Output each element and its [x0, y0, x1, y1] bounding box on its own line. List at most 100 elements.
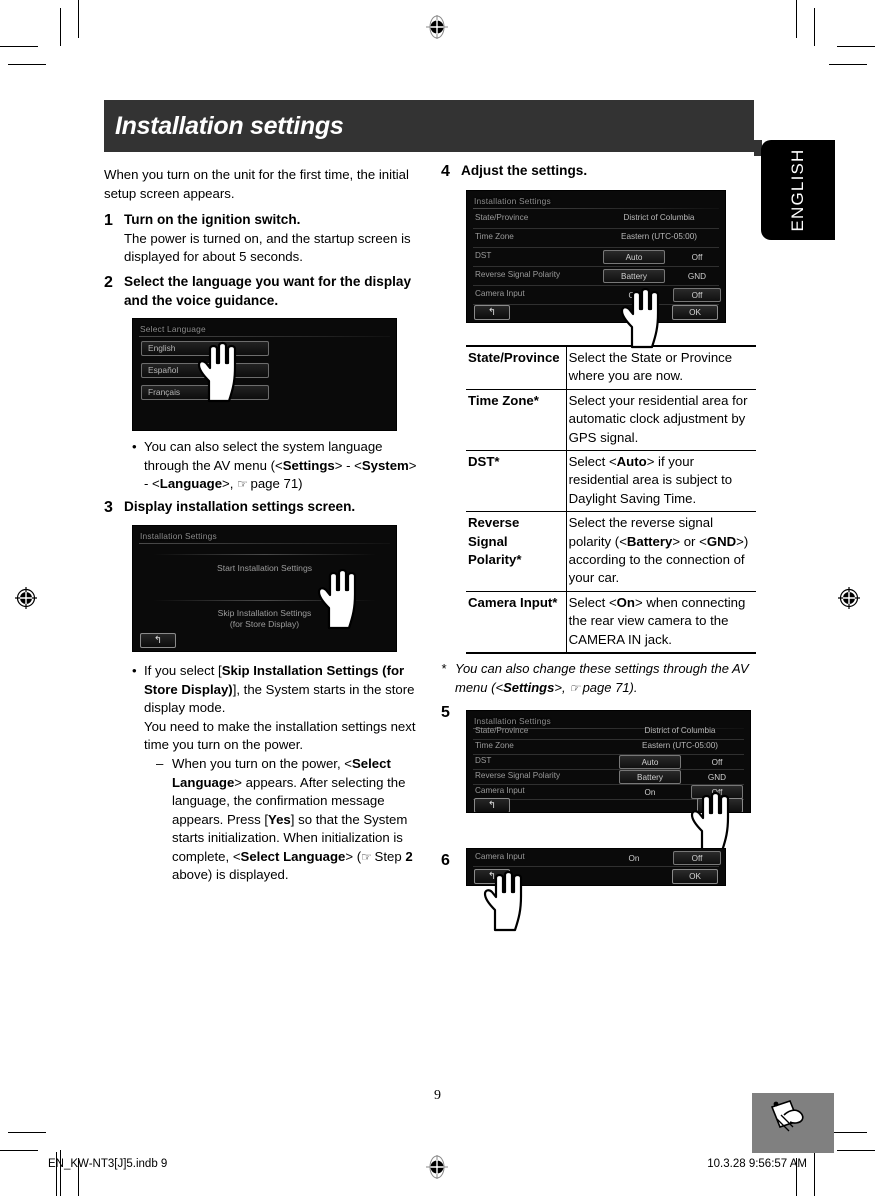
polarity-option-gnd-5[interactable]: GND [691, 770, 743, 784]
row-value-time-zone: Eastern (UTC-05:00) [621, 232, 697, 241]
settings-row-state-province[interactable]: State/Province District of Columbia [467, 210, 725, 229]
sub-sb2: Yes [268, 811, 291, 827]
language-tab: ENGLISH [761, 140, 835, 240]
dst-option-off-5[interactable]: Off [691, 755, 743, 769]
step-4: 4 Adjust the settings. [441, 162, 754, 181]
settings-row-dst-5[interactable]: DST Auto Off [467, 754, 750, 770]
intro-paragraph: When you turn on the unit for the first … [104, 167, 409, 201]
pointing-hand-icon [193, 341, 243, 403]
row-value-state-province-5: District of Columbia [644, 725, 716, 735]
camera-option-on-6[interactable]: On [603, 851, 665, 865]
bullet-list-language: You can also select the system language … [130, 438, 417, 494]
crop-mark-tr-h [837, 46, 875, 47]
fn-p2: >, [554, 679, 570, 695]
row-label-camera-input-6: Camera Input [475, 851, 525, 861]
settings-description-table: State/Province Select the State or Provi… [466, 344, 756, 655]
bullet-language-b1: Settings [282, 457, 335, 473]
dst-option-auto-5[interactable]: Auto [619, 754, 681, 769]
ok-button-step4[interactable]: OK [672, 305, 718, 320]
cam-vb1: On [616, 594, 635, 610]
step-6-number: 6 [441, 851, 450, 869]
shot-header-rule-2 [139, 542, 390, 544]
shot-header-select-language: Select Language [140, 324, 206, 335]
footer-bar: EN_KW-NT3[J]5.indb 9 10.3.28 9:56:57 AM [0, 1158, 875, 1180]
table-value-state-province: Select the State or Province where you a… [566, 344, 756, 390]
settings-row-reverse-polarity-5[interactable]: Reverse Signal Polarity Battery GND [467, 769, 750, 785]
select-language-screenshot: Select Language English Español Français [132, 318, 397, 432]
camera-option-on-5[interactable]: On [619, 785, 681, 799]
ok-button-step6[interactable]: OK [672, 868, 718, 884]
back-button-icon[interactable]: ↰ [140, 632, 176, 648]
dst-option-off[interactable]: Off [673, 250, 721, 264]
table-value-reverse-polarity: Select the reverse signal polarity (<Bat… [566, 511, 756, 592]
dst-v1: Select < [568, 454, 617, 470]
hand-document-icon [752, 1093, 834, 1153]
sub-sb4: 2 [405, 848, 413, 864]
registration-mark-left [13, 585, 39, 611]
row-label-dst: DST [475, 251, 492, 260]
crop-mark-tr-h2 [829, 64, 867, 65]
dst-option-auto[interactable]: Auto [603, 250, 665, 264]
step-2-heading: Select the language you want for the dis… [124, 273, 412, 308]
row-label-camera-input-5: Camera Input [475, 785, 525, 795]
sub-s1: When you turn on the power, < [172, 755, 352, 771]
polarity-option-gnd[interactable]: GND [673, 269, 721, 283]
back-button-icon-3[interactable]: ↰ [474, 797, 510, 812]
page-content: Installation settings When you turn on t… [104, 100, 756, 932]
settings-row-state-province-5[interactable]: State/Province District of Columbia [467, 725, 750, 740]
back-button-icon-2[interactable]: ↰ [474, 305, 510, 320]
shot-header-rule [139, 336, 390, 338]
registration-mark-top [424, 14, 450, 40]
step-3-heading: Display installation settings screen. [124, 498, 356, 514]
table-footnote: * You can also change these settings thr… [441, 660, 754, 697]
camera-option-off-6[interactable]: Off [673, 850, 721, 865]
cam-v1: Select < [568, 594, 617, 610]
fn-p3: page 71). [578, 679, 638, 695]
table-key-dst: DST* [466, 450, 567, 513]
crop-mark-tl-v2 [60, 8, 61, 46]
step-3-number: 3 [104, 498, 113, 516]
bullet-language-p4: >, [222, 476, 238, 492]
fn-b1: Settings [503, 679, 555, 695]
step-3: 3 Display installation settings screen. [104, 498, 417, 517]
crop-mark-tr-v2 [814, 8, 815, 46]
row-label-time-zone: Time Zone [475, 232, 514, 241]
bullet-language-page-ref: page 71) [250, 476, 303, 492]
row-label-reverse-polarity-5: Reverse Signal Polarity [475, 770, 561, 780]
table-row: DST* Select <Auto> if your residential a… [466, 450, 756, 513]
bullet-language-p2: > - < [334, 457, 362, 473]
row-value-time-zone-5: Eastern (UTC-05:00) [642, 740, 718, 750]
crop-mark-tl-h2 [8, 64, 46, 65]
table-key-state-province: State/Province [466, 344, 567, 390]
language-tab-label: ENGLISH [788, 148, 807, 232]
rev-vb2: GND [706, 533, 737, 549]
row-label-state-province-5: State/Province [475, 725, 529, 735]
polarity-option-battery-5[interactable]: Battery [619, 769, 681, 784]
sub-s5: Step [370, 848, 406, 864]
bullet-skip-p3: You need to make the installation settin… [144, 718, 416, 753]
step-4-number: 4 [441, 163, 450, 180]
row-label-time-zone-5: Time Zone [475, 740, 514, 750]
pointing-hand-icon-2 [313, 568, 363, 630]
bullet-language: You can also select the system language … [130, 438, 417, 494]
settings-row-dst[interactable]: DST Auto Off [467, 248, 725, 267]
hand-pointer-glyph-2: ☞ [361, 849, 372, 864]
row-label-reverse-polarity: Reverse Signal Polarity [475, 270, 561, 279]
step-2: 2 Select the language you want for the d… [104, 273, 417, 310]
step-2-number: 2 [104, 273, 113, 291]
settings-row-reverse-polarity[interactable]: Reverse Signal Polarity Battery GND [467, 267, 725, 286]
rev-v2: > or < [672, 533, 707, 549]
polarity-option-battery[interactable]: Battery [603, 269, 665, 283]
sub-s4: > ( [345, 848, 362, 864]
crop-mark-tr-v [796, 0, 797, 38]
settings-row-camera-input[interactable]: Camera Input On Off [467, 286, 725, 305]
left-column: When you turn on the unit for the first … [104, 162, 417, 886]
table-key-camera-input: Camera Input* [466, 590, 567, 655]
settings-row-time-zone-5[interactable]: Time Zone Eastern (UTC-05:00) [467, 740, 750, 755]
settings-row-time-zone[interactable]: Time Zone Eastern (UTC-05:00) [467, 229, 725, 248]
table-key-reverse-polarity: Reverse Signal Polarity* [466, 511, 567, 592]
camera-option-off[interactable]: Off [673, 288, 721, 302]
table-row: State/Province Select the State or Provi… [466, 344, 756, 390]
settings-row-camera-input-6[interactable]: Camera Input On Off [467, 850, 725, 867]
step-1-number: 1 [104, 212, 113, 230]
